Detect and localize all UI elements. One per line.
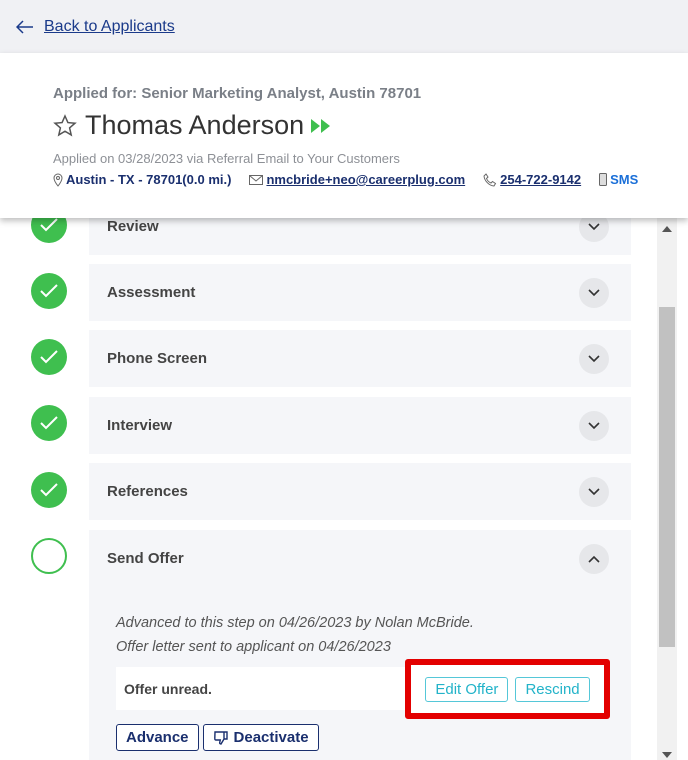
highlight-box: Edit Offer Rescind [405, 659, 610, 719]
check-icon [31, 405, 67, 441]
chevron-down-icon[interactable] [579, 476, 609, 507]
arrow-left-icon[interactable] [16, 19, 34, 34]
step-interview[interactable]: Interview [89, 397, 631, 454]
step-send-offer[interactable]: Send Offer [89, 530, 631, 587]
step-label: Review [107, 218, 159, 235]
advanced-note: Advanced to this step on 04/26/2023 by N… [116, 615, 474, 631]
scrollbar-thumb[interactable] [659, 307, 675, 647]
location: Austin - TX - 78701(0.0 mi.) [66, 172, 232, 187]
applied-on: Applied on 03/28/2023 via Referral Email… [53, 151, 400, 166]
step-label: Send Offer [107, 550, 184, 567]
scrollbar[interactable] [657, 218, 677, 760]
edit-offer-button[interactable]: Edit Offer [425, 676, 509, 702]
step-label: Phone Screen [107, 350, 208, 367]
sms-link[interactable]: SMS [610, 172, 638, 187]
check-icon [31, 472, 67, 508]
advance-button[interactable]: Advance [116, 724, 199, 751]
offer-sent-note: Offer letter sent to applicant on 04/26/… [116, 639, 391, 655]
phone-link[interactable]: 254-722-9142 [500, 172, 581, 187]
chevron-down-icon[interactable] [579, 410, 609, 441]
step-phone-screen[interactable]: Phone Screen [89, 330, 631, 387]
step-label: Assessment [107, 284, 196, 301]
mail-icon [249, 174, 264, 185]
advance-label: Advance [126, 729, 189, 746]
mobile-icon [599, 173, 608, 186]
applied-for: Applied for: Senior Marketing Analyst, A… [53, 85, 422, 102]
applicant-name: Thomas Anderson [85, 110, 305, 140]
offer-status-text: Offer unread. [124, 680, 212, 697]
step-label: Interview [107, 417, 173, 434]
scroll-up-icon[interactable] [662, 226, 672, 232]
deactivate-button[interactable]: Deactivate [202, 724, 319, 751]
email-link[interactable]: nmcbride+neo@careerplug.com [266, 172, 465, 187]
check-icon [31, 339, 67, 375]
incomplete-step-icon [31, 538, 67, 574]
deactivate-label: Deactivate [233, 729, 309, 746]
fast-forward-icon [311, 118, 331, 133]
step-references[interactable]: References [89, 463, 631, 520]
send-offer-panel: Advanced to this step on 04/26/2023 by N… [89, 587, 631, 760]
step-assessment[interactable]: Assessment [89, 264, 631, 321]
thumbs-down-icon [213, 730, 228, 745]
check-icon [31, 273, 67, 309]
rescind-button[interactable]: Rescind [515, 676, 590, 702]
star-icon[interactable] [53, 113, 77, 138]
step-label: References [107, 483, 188, 500]
applicant-header: Applied for: Senior Marketing Analyst, A… [0, 53, 688, 218]
map-pin-icon [53, 173, 63, 187]
top-bar: Back to Applicants [0, 0, 688, 53]
phone-icon [483, 172, 497, 187]
chevron-down-icon[interactable] [579, 277, 609, 308]
chevron-down-icon[interactable] [579, 343, 609, 374]
back-to-applicants-link[interactable]: Back to Applicants [44, 18, 175, 36]
chevron-up-icon[interactable] [579, 543, 609, 574]
scroll-down-icon[interactable] [662, 752, 672, 758]
